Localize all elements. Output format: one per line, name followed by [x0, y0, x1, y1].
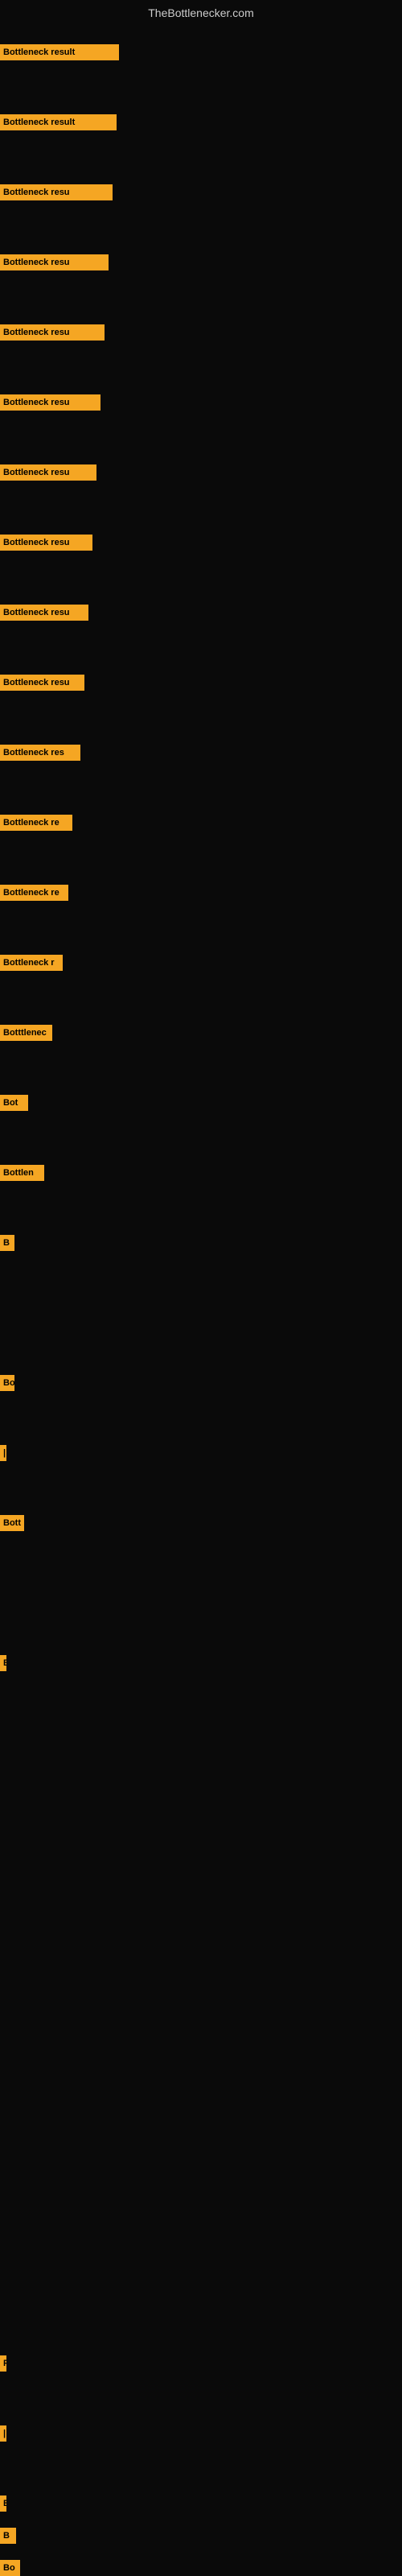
bottleneck-label: E: [0, 1655, 6, 1671]
bar-item: Bo: [0, 2560, 20, 2576]
bar-item: Bottleneck resu: [0, 394, 100, 411]
bottleneck-label: Bottleneck re: [0, 815, 72, 831]
bottleneck-label: Botttlenec: [0, 1025, 52, 1041]
bar-item: Bottleneck result: [0, 114, 117, 130]
bar-item: Bottleneck result: [0, 44, 119, 60]
bar-item: Bottlen: [0, 1165, 44, 1181]
bottleneck-label: Bott: [0, 1515, 24, 1531]
bottleneck-label: Bottleneck r: [0, 955, 63, 971]
bottleneck-label: |: [0, 2425, 6, 2442]
bottleneck-label: Bottleneck result: [0, 44, 119, 60]
bottleneck-label: Bottleneck resu: [0, 464, 96, 481]
bottleneck-label: |: [0, 1445, 6, 1461]
bottleneck-label: Bottleneck re: [0, 885, 68, 901]
bottleneck-label: Bottlen: [0, 1165, 44, 1181]
bottleneck-label: Bottleneck res: [0, 745, 80, 761]
bar-item: Bo: [0, 1375, 14, 1391]
bar-item: Bottleneck r: [0, 955, 63, 971]
bar-item: Bottleneck resu: [0, 324, 105, 341]
bottleneck-label: Bottleneck resu: [0, 535, 92, 551]
bar-item: Bottleneck re: [0, 885, 68, 901]
bar-item: Bottleneck resu: [0, 535, 92, 551]
bar-item: Bottleneck re: [0, 815, 72, 831]
bar-item: Bott: [0, 1515, 24, 1531]
site-title: TheBottlenecker.com: [0, 0, 402, 23]
bar-item: B: [0, 1235, 14, 1251]
bottleneck-label: Bo: [0, 1375, 14, 1391]
bar-item: Botttlenec: [0, 1025, 52, 1041]
bottleneck-label: Bottleneck resu: [0, 605, 88, 621]
bar-item: Bottleneck resu: [0, 605, 88, 621]
bar-item: Bottleneck res: [0, 745, 80, 761]
bar-item: E: [0, 1655, 6, 1671]
bar-item: Bottleneck resu: [0, 675, 84, 691]
bottleneck-label: Bottleneck result: [0, 114, 117, 130]
bottleneck-label: F: [0, 2355, 6, 2372]
bar-item: |: [0, 1445, 6, 1461]
bar-item: F: [0, 2355, 6, 2372]
bottleneck-label: B: [0, 1235, 14, 1251]
bar-item: Bottleneck resu: [0, 254, 109, 270]
bar-item: Bottleneck resu: [0, 464, 96, 481]
bar-item: Bot: [0, 1095, 28, 1111]
bottleneck-label: E: [0, 2496, 6, 2512]
bottleneck-label: Bottleneck resu: [0, 324, 105, 341]
bottleneck-label: Bottleneck resu: [0, 184, 113, 200]
bar-item: |: [0, 2425, 6, 2442]
bar-item: Bottleneck resu: [0, 184, 113, 200]
bottleneck-label: B: [0, 2528, 16, 2544]
bottleneck-label: Bottleneck resu: [0, 675, 84, 691]
bar-item: B: [0, 2528, 16, 2544]
bottleneck-label: Bot: [0, 1095, 28, 1111]
bottleneck-label: Bottleneck resu: [0, 254, 109, 270]
bottleneck-label: Bo: [0, 2560, 20, 2576]
bar-item: E: [0, 2496, 6, 2512]
bottleneck-label: Bottleneck resu: [0, 394, 100, 411]
